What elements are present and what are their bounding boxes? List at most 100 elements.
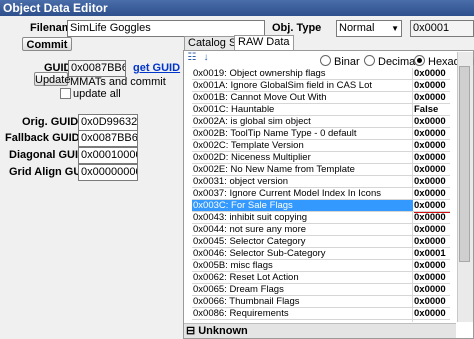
row-value[interactable]: 0x0000 xyxy=(414,140,450,151)
row-value[interactable]: 0x0000 xyxy=(414,116,450,127)
row-name: 0x0037: Ignore Current Model Index In Ic… xyxy=(193,188,382,199)
radio-binary[interactable]: Binar xyxy=(320,55,360,68)
row-value[interactable]: 0x0000 xyxy=(414,200,450,211)
row-name: 0x0066: Thumbnail Flags xyxy=(193,296,300,307)
row-gridline xyxy=(192,127,450,128)
row-gridline xyxy=(192,115,450,116)
row-name: 0x0045: Selector Category xyxy=(193,236,306,247)
radio-binary-label: Binar xyxy=(334,56,360,68)
objtype-value: Normal xyxy=(339,22,375,34)
objtype-code: 0x0001 xyxy=(410,20,474,37)
radio-decimal[interactable]: Decima xyxy=(364,55,415,68)
table-row[interactable]: 0x0046: Selector Sub-Category 0x0001 xyxy=(192,248,450,259)
row-value[interactable]: 0x0000 xyxy=(414,296,450,307)
update-button[interactable]: Update xyxy=(34,72,70,86)
table-row[interactable]: 0x002E: No New Name from Template 0x0000 xyxy=(192,164,450,175)
diagonal-guid-label: Diagonal GUID xyxy=(9,149,87,161)
row-value[interactable]: 0x0000 xyxy=(414,176,450,187)
mmat-text: MMATs and commit xyxy=(70,76,166,88)
row-name: 0x0086: Requirements xyxy=(193,308,289,319)
radio-decimal-dot xyxy=(364,55,375,66)
update-all-label: update all xyxy=(73,88,121,100)
table-row[interactable]: 0x0062: Reset Lot Action 0x0000 xyxy=(192,272,450,283)
row-value[interactable]: 0x0000 xyxy=(414,188,450,199)
row-gridline xyxy=(192,319,450,320)
fallback-guid-label: Fallback GUID xyxy=(5,132,80,144)
row-value[interactable]: 0x0000 xyxy=(414,284,450,295)
table-row[interactable]: 0x002C: Template Version 0x0000 xyxy=(192,140,450,151)
table-row[interactable]: 0x002A: is global sim object 0x0000 xyxy=(192,116,450,127)
table-row[interactable]: 0x0043: inhibit suit copying 0x0000 xyxy=(192,212,450,223)
table-row[interactable]: 0x0044: not sure any more 0x0000 xyxy=(192,224,450,235)
table-row[interactable]: 0x005B: misc flags 0x0000 xyxy=(192,260,450,271)
row-value[interactable]: 0x0000 xyxy=(414,224,450,235)
commit-button[interactable]: Commit xyxy=(22,37,72,51)
gridalign-guid-field[interactable]: 0x00000000 xyxy=(78,164,138,181)
radio-binary-dot xyxy=(320,55,331,66)
table-row[interactable]: 0x0045: Selector Category 0x0000 xyxy=(192,236,450,247)
row-name: 0x0044: not sure any more xyxy=(193,224,307,235)
table-row[interactable]: 0x002D: Niceness Multiplier 0x0000 xyxy=(192,152,450,163)
row-value[interactable]: 0x0000 xyxy=(414,80,450,91)
table-row[interactable]: 0x001A: Ignore GlobalSim field in CAS Lo… xyxy=(192,80,450,91)
row-value[interactable]: 0x0000 xyxy=(414,92,450,103)
row-value[interactable]: 0x0000 xyxy=(414,308,450,319)
row-name: 0x002C: Template Version xyxy=(193,140,304,151)
table-row[interactable]: 0x0065: Dream Flags 0x0000 xyxy=(192,284,450,295)
row-value[interactable]: 0x0000 xyxy=(414,236,450,247)
row-gridline xyxy=(192,235,450,236)
row-name: 0x0019: Object ownership flags xyxy=(193,68,326,79)
category-unknown[interactable]: ⊟ Unknown xyxy=(184,323,456,338)
get-guid-link[interactable]: get GUID xyxy=(133,62,180,74)
row-gridline xyxy=(192,283,450,284)
categorized-icon[interactable]: ☷ xyxy=(186,52,198,64)
row-value[interactable]: 0x0000 xyxy=(414,212,450,223)
tab-raw-data[interactable]: RAW Data xyxy=(234,35,294,51)
row-value[interactable]: 0x0000 xyxy=(414,68,450,79)
collapse-icon[interactable]: ⊟ xyxy=(186,325,195,337)
table-row[interactable]: 0x001B: Cannot Move Out With 0x0000 xyxy=(192,92,450,103)
diagonal-guid-field[interactable]: 0x00010000 xyxy=(78,147,138,164)
row-gridline xyxy=(192,103,450,104)
row-name: 0x0043: inhibit suit copying xyxy=(193,212,308,223)
table-row[interactable]: 0x0031: object version 0x0000 xyxy=(192,176,450,187)
table-row[interactable]: 0x0086: Requirements 0x0000 xyxy=(192,308,450,319)
row-gridline xyxy=(192,163,450,164)
row-gridline xyxy=(192,307,450,308)
row-value[interactable]: 0x0000 xyxy=(414,272,450,283)
row-gridline xyxy=(192,259,450,260)
row-value[interactable]: 0x0000 xyxy=(414,152,450,163)
guid-field: 0x0087BB6A xyxy=(68,60,126,77)
row-name: 0x001C: Hauntable xyxy=(193,104,275,115)
row-name: 0x005B: misc flags xyxy=(193,260,273,271)
orig-guid-field[interactable]: 0x0D99632D xyxy=(78,114,138,131)
scrollbar-thumb[interactable] xyxy=(459,66,470,262)
row-value[interactable]: 0x0000 xyxy=(414,164,450,175)
row-gridline xyxy=(192,199,450,200)
row-name: 0x003C: For Sale Flags xyxy=(192,200,413,211)
row-value[interactable]: 0x0001 xyxy=(414,248,450,259)
row-value[interactable]: False xyxy=(414,104,450,115)
table-row[interactable]: 0x003C: For Sale Flags 0x0000 xyxy=(192,200,450,211)
row-name: 0x001A: Ignore GlobalSim field in CAS Lo… xyxy=(193,80,373,91)
orig-guid-label: Orig. GUID xyxy=(22,116,79,128)
row-gridline xyxy=(192,295,450,296)
row-gridline xyxy=(192,187,450,188)
row-gridline xyxy=(192,211,450,212)
alphabetical-icon[interactable]: ↓ xyxy=(200,52,212,64)
fallback-guid-field[interactable]: 0x0087BB6A xyxy=(78,130,138,147)
row-name: 0x002B: ToolTip Name Type - 0 default xyxy=(193,128,357,139)
row-value[interactable]: 0x0000 xyxy=(414,128,450,139)
table-row[interactable]: 0x0037: Ignore Current Model Index In Ic… xyxy=(192,188,450,199)
objtype-select[interactable]: Normal ▼ xyxy=(336,20,402,37)
chevron-down-icon: ▼ xyxy=(391,24,399,33)
update-all-checkbox[interactable] xyxy=(60,88,71,99)
row-value[interactable]: 0x0000 xyxy=(414,260,450,271)
window-title: Object Data Editor xyxy=(0,0,474,16)
table-row[interactable]: 0x0019: Object ownership flags 0x0000 xyxy=(192,68,450,79)
row-gridline xyxy=(192,79,450,80)
row-name: 0x002D: Niceness Multiplier xyxy=(193,152,311,163)
table-row[interactable]: 0x0066: Thumbnail Flags 0x0000 xyxy=(192,296,450,307)
table-row[interactable]: 0x002B: ToolTip Name Type - 0 default 0x0… xyxy=(192,128,450,139)
table-row[interactable]: 0x001C: Hauntable False xyxy=(192,104,450,115)
